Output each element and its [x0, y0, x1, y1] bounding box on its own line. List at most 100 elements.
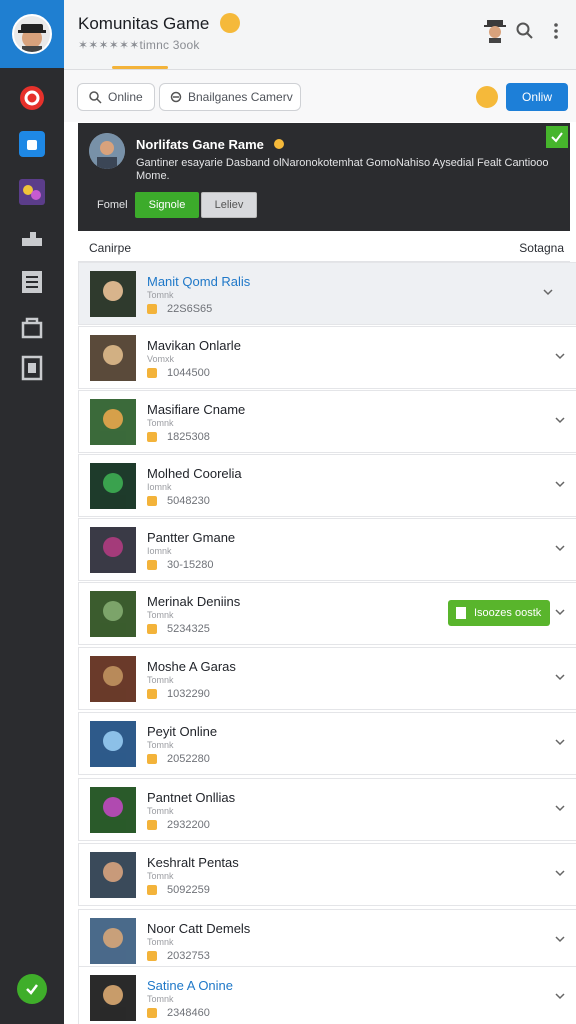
list-item[interactable]: Satine A Onine Tomnk 2348460 — [78, 966, 576, 1024]
puzzle-icon[interactable] — [18, 224, 46, 252]
signup-button[interactable]: Signole — [135, 192, 199, 218]
game-meta: 2348460 — [147, 1007, 210, 1019]
games-filter[interactable]: Bnailganes Camerv — [159, 83, 301, 111]
list-item[interactable]: Peyit Online Tomnk 2052280 — [78, 712, 576, 775]
chevron-down-icon[interactable] — [553, 541, 567, 555]
list-header-right[interactable]: Sotagna — [519, 241, 564, 255]
game-subtitle: Vomxk — [147, 354, 175, 364]
featured-title: Norlifats Gane Rame — [136, 137, 264, 152]
list-item[interactable]: Merinak Deniins Tomnk 5234325 Isoozes oostk — [78, 582, 576, 645]
game-title: Keshralt Pentas — [147, 855, 239, 870]
later-button[interactable]: Leliev — [201, 192, 257, 218]
list-item[interactable]: Mavikan Onlarle Vomxk 1044500 — [78, 326, 576, 389]
game-thumbnail — [90, 721, 136, 767]
featured-avatar — [89, 133, 125, 169]
list-header: Canirpe Sotagna — [78, 231, 570, 262]
game-meta-value: 2932200 — [167, 819, 210, 831]
game-meta: 30-15280 — [147, 559, 214, 571]
chevron-down-icon[interactable] — [553, 989, 567, 1003]
game-meta: 5092259 — [147, 884, 210, 896]
notes-icon[interactable] — [18, 268, 46, 296]
active-tab-indicator — [112, 66, 168, 69]
chevron-down-icon[interactable] — [553, 735, 567, 749]
profile-avatar — [12, 14, 52, 54]
game-meta: 1825308 — [147, 431, 210, 443]
game-subtitle: Tomnk — [147, 806, 174, 816]
game-meta: 2932200 — [147, 819, 210, 831]
game-meta-value: 5234325 — [167, 623, 210, 635]
chevron-down-icon[interactable] — [553, 477, 567, 491]
game-thumbnail — [90, 787, 136, 833]
game-meta: 2032753 — [147, 950, 210, 962]
online-button[interactable]: Onliw — [506, 83, 568, 111]
game-title: Moshe A Garas — [147, 659, 236, 674]
game-title: Pantnet Onllias — [147, 790, 236, 805]
game-icon[interactable] — [18, 178, 46, 206]
game-subtitle: Tomnk — [147, 994, 174, 1004]
game-badge-button[interactable]: Isoozes oostk — [448, 600, 550, 626]
featured-card: Norlifats Gane Rame Gantiner esayarie Da… — [78, 123, 570, 231]
lock-icon[interactable] — [18, 312, 46, 340]
document-icon[interactable] — [18, 354, 46, 382]
chevron-down-icon[interactable] — [553, 670, 567, 684]
emoji-icon[interactable] — [476, 86, 498, 108]
app-store-icon[interactable] — [18, 130, 46, 158]
game-subtitle: Tomnk — [147, 290, 174, 300]
game-subtitle: Iomnk — [147, 482, 172, 492]
list-item[interactable]: Moshe A Garas Tomnk 1032290 — [78, 647, 576, 710]
app-header: Komunitas Game ✶✶✶✶✶✶timnc 3ook — [64, 0, 576, 70]
list-item[interactable]: Pantter Gmane Iomnk 30-15280 — [78, 518, 576, 581]
game-meta: 5048230 — [147, 495, 210, 507]
game-meta-value: 1044500 — [167, 367, 210, 379]
chevron-down-icon[interactable] — [553, 605, 567, 619]
game-subtitle: Tomnk — [147, 740, 174, 750]
filter-bar: Online Bnailganes Camerv Onliw — [64, 70, 576, 122]
chevron-down-icon[interactable] — [553, 413, 567, 427]
game-thumbnail — [90, 463, 136, 509]
game-thumbnail — [90, 335, 136, 381]
game-thumbnail — [90, 527, 136, 573]
list-item[interactable]: Molhed Coorelia Iomnk 5048230 — [78, 454, 576, 517]
user-avatar-icon[interactable] — [482, 17, 508, 43]
list-item[interactable]: Keshralt Pentas Tomnk 5092259 — [78, 843, 576, 906]
game-badge-label: Isoozes oostk — [474, 607, 542, 619]
game-thumbnail — [90, 918, 136, 964]
game-meta: 2052280 — [147, 753, 210, 765]
game-subtitle: Tomnk — [147, 418, 174, 428]
opera-icon[interactable] — [18, 84, 46, 112]
game-title: Masifiare Cname — [147, 402, 246, 417]
featured-description: Gantiner esayarie Dasband olNaronokotemh… — [136, 157, 549, 182]
game-thumbnail — [90, 591, 136, 637]
game-title: Mavikan Onlarle — [147, 338, 241, 353]
game-title: Satine A Onine — [147, 978, 234, 993]
status-check-icon[interactable] — [17, 974, 47, 1004]
chevron-down-icon[interactable] — [541, 285, 555, 299]
game-meta-value: 30-15280 — [167, 559, 214, 571]
list-item[interactable]: Manit Qomd Ralis Tomnk 22S6S65 — [78, 262, 576, 325]
game-meta-value: 2348460 — [167, 1007, 210, 1019]
chevron-down-icon[interactable] — [553, 349, 567, 363]
coin-icon — [147, 1008, 157, 1018]
filter-icon — [170, 91, 182, 103]
game-subtitle: Iomnk — [147, 546, 172, 556]
document-icon — [456, 607, 466, 619]
featured-label: Fomel — [97, 199, 128, 211]
search-icon[interactable] — [515, 21, 535, 41]
profile-button[interactable] — [0, 0, 64, 68]
list-item[interactable]: Masifiare Cname Tomnk 1825308 — [78, 390, 576, 453]
game-subtitle: Tomnk — [147, 937, 174, 947]
game-meta-value: 2052280 — [167, 753, 210, 765]
list-item[interactable]: Noor Catt Demels Tomnk 2032753 — [78, 909, 576, 972]
chevron-down-icon[interactable] — [553, 866, 567, 880]
list-item[interactable]: Pantnet Onllias Tomnk 2932200 — [78, 778, 576, 841]
smiley-icon — [220, 13, 240, 33]
game-meta-value: 22S6S65 — [167, 303, 213, 315]
game-meta: 5234325 — [147, 623, 210, 635]
app-title: Komunitas Game — [78, 14, 210, 33]
more-options-icon[interactable] — [548, 21, 564, 41]
chevron-down-icon[interactable] — [553, 932, 567, 946]
chevron-down-icon[interactable] — [553, 801, 567, 815]
game-meta: 1032290 — [147, 688, 210, 700]
check-icon[interactable] — [546, 126, 568, 148]
online-filter[interactable]: Online — [77, 83, 155, 111]
